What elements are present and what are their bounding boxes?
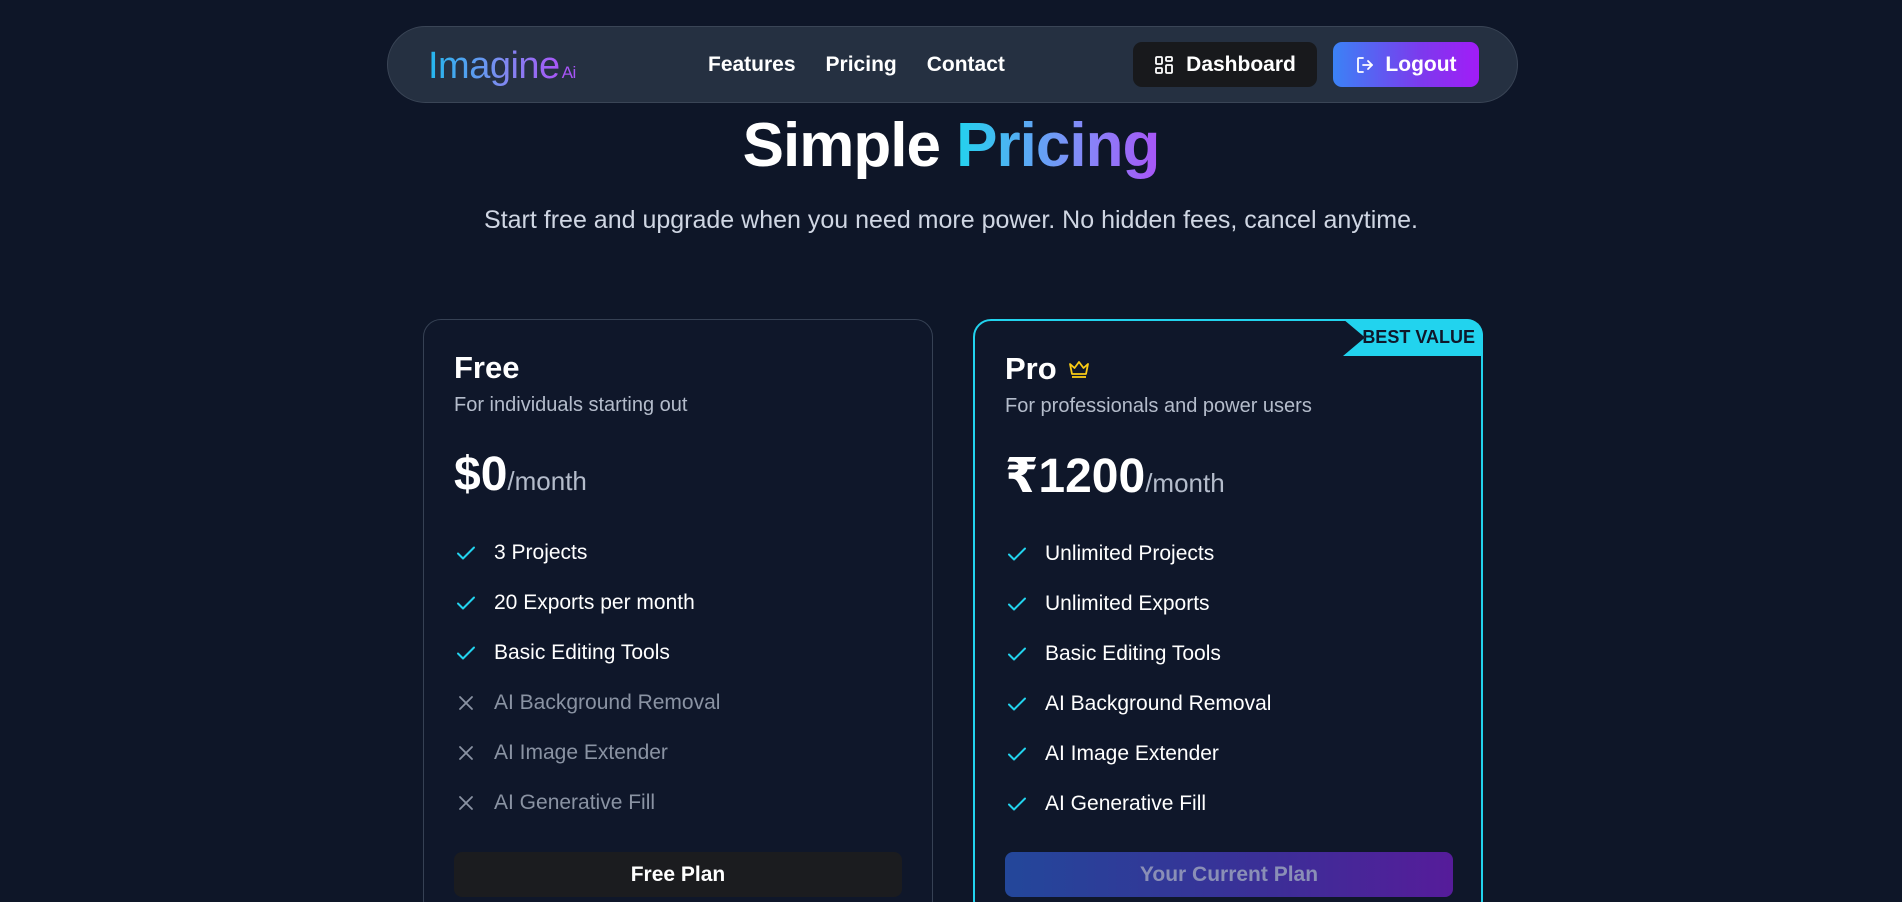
check-icon bbox=[1005, 692, 1029, 716]
feature-item: AI Background Removal bbox=[454, 678, 720, 728]
cross-icon bbox=[454, 791, 478, 815]
check-icon bbox=[1005, 742, 1029, 766]
plan-name: Free bbox=[454, 350, 519, 386]
plan-name: Pro bbox=[1005, 351, 1091, 387]
feature-label: Unlimited Exports bbox=[1045, 592, 1210, 615]
navbar: Imagine Ai Features Pricing Contact Dashb… bbox=[387, 26, 1518, 103]
feature-item: Unlimited Projects bbox=[1005, 529, 1271, 579]
page-title: Simple Pricing bbox=[0, 110, 1902, 181]
check-icon bbox=[1005, 792, 1029, 816]
check-icon bbox=[1005, 592, 1029, 616]
feature-list: Unlimited Projects Unlimited Exports Bas… bbox=[1005, 529, 1271, 829]
page-subtitle: Start free and upgrade when you need mor… bbox=[484, 206, 1418, 234]
title-plain: Simple bbox=[742, 111, 941, 180]
grid-icon bbox=[1154, 55, 1174, 75]
feature-label: 3 Projects bbox=[494, 541, 588, 564]
feature-item: Basic Editing Tools bbox=[454, 628, 720, 678]
feature-item: AI Generative Fill bbox=[454, 778, 720, 828]
plan-description: For professionals and power users bbox=[1005, 395, 1312, 417]
feature-list: 3 Projects 20 Exports per month Basic Ed… bbox=[454, 528, 720, 828]
feature-label: Basic Editing Tools bbox=[1045, 642, 1221, 665]
price-period: /month bbox=[507, 466, 587, 496]
cross-icon bbox=[454, 691, 478, 715]
feature-label: AI Background Removal bbox=[1045, 692, 1272, 715]
plan-price: ₹1200 /month bbox=[1005, 448, 1225, 504]
feature-item: 3 Projects bbox=[454, 528, 720, 578]
nav-link-features[interactable]: Features bbox=[708, 53, 796, 77]
logo[interactable]: Imagine Ai bbox=[428, 45, 576, 88]
price-period: /month bbox=[1145, 468, 1225, 498]
check-icon bbox=[1005, 642, 1029, 666]
feature-item: AI Generative Fill bbox=[1005, 779, 1271, 829]
feature-label: Unlimited Projects bbox=[1045, 542, 1215, 565]
current-plan-button[interactable]: Your Current Plan bbox=[1005, 852, 1453, 897]
logout-button[interactable]: Logout bbox=[1333, 42, 1479, 87]
feature-label: 20 Exports per month bbox=[494, 591, 695, 614]
feature-item: Unlimited Exports bbox=[1005, 579, 1271, 629]
plan-description: For individuals starting out bbox=[454, 394, 688, 416]
plan-card-free: Free For individuals starting out $0 /mo… bbox=[423, 319, 933, 902]
logout-icon bbox=[1355, 55, 1375, 75]
price-amount: ₹1200 bbox=[1005, 450, 1146, 503]
price-amount: $0 bbox=[454, 448, 508, 501]
dashboard-button-label: Dashboard bbox=[1186, 52, 1296, 76]
pricing-page: Imagine Ai Features Pricing Contact Dashb… bbox=[0, 0, 1902, 902]
nav-link-pricing[interactable]: Pricing bbox=[826, 53, 897, 77]
plan-name-text: Free bbox=[454, 350, 520, 385]
feature-label: Basic Editing Tools bbox=[494, 641, 670, 664]
check-icon bbox=[454, 641, 478, 665]
feature-label: AI Image Extender bbox=[494, 741, 668, 764]
crown-icon bbox=[1067, 357, 1091, 381]
feature-item: AI Image Extender bbox=[454, 728, 720, 778]
plan-card-pro: BEST VALUE Pro For professionals and pow… bbox=[973, 319, 1483, 902]
check-icon bbox=[454, 541, 478, 565]
dashboard-button[interactable]: Dashboard bbox=[1133, 42, 1317, 87]
free-plan-button[interactable]: Free Plan bbox=[454, 852, 902, 897]
feature-label: AI Background Removal bbox=[494, 691, 721, 714]
logo-suffix: Ai bbox=[561, 63, 577, 82]
title-accent: Pricing bbox=[956, 111, 1160, 180]
feature-item: AI Background Removal bbox=[1005, 679, 1271, 729]
logo-text: Imagine bbox=[428, 45, 560, 87]
cross-icon bbox=[454, 741, 478, 765]
feature-label: AI Generative Fill bbox=[1045, 792, 1207, 815]
feature-item: Basic Editing Tools bbox=[1005, 629, 1271, 679]
logout-button-label: Logout bbox=[1385, 52, 1457, 76]
best-value-badge: BEST VALUE bbox=[1343, 319, 1483, 356]
feature-label: AI Generative Fill bbox=[494, 791, 656, 814]
feature-item: AI Image Extender bbox=[1005, 729, 1271, 779]
feature-item: 20 Exports per month bbox=[454, 578, 720, 628]
feature-label: AI Image Extender bbox=[1045, 742, 1219, 765]
check-icon bbox=[454, 591, 478, 615]
check-icon bbox=[1005, 542, 1029, 566]
nav-links: Features Pricing Contact bbox=[708, 27, 1005, 102]
plan-name-text: Pro bbox=[1005, 351, 1057, 386]
plan-price: $0 /month bbox=[454, 447, 587, 502]
nav-link-contact[interactable]: Contact bbox=[927, 53, 1005, 77]
